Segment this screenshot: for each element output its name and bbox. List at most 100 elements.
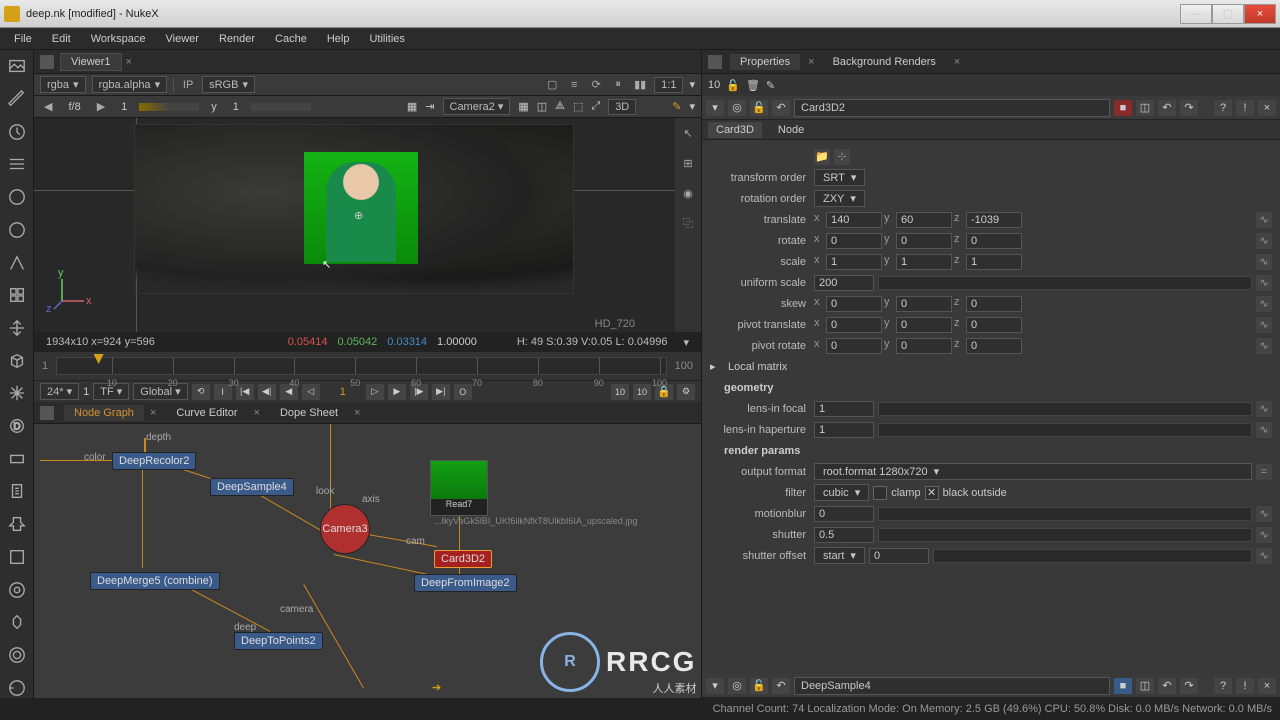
- close-button[interactable]: ×: [1244, 4, 1276, 24]
- viewer-tab[interactable]: Viewer1: [60, 53, 122, 71]
- wipe-icon[interactable]: ⇥: [425, 100, 434, 113]
- global-dropdown[interactable]: Global ▾: [133, 383, 187, 400]
- rotate-z[interactable]: [966, 233, 1022, 249]
- minimize-button[interactable]: —: [1180, 4, 1212, 24]
- tool-views-icon[interactable]: [6, 448, 28, 469]
- tool-image-icon[interactable]: [6, 56, 28, 77]
- max-panels[interactable]: 10: [708, 79, 720, 91]
- tab-dopesheet[interactable]: Dope Sheet: [270, 405, 348, 421]
- shutter-offset-field[interactable]: [869, 548, 929, 564]
- tab-properties[interactable]: Properties: [730, 54, 800, 70]
- edit-icon[interactable]: ✎: [766, 79, 775, 92]
- node-deepsample[interactable]: DeepSample4: [210, 478, 294, 496]
- node-color-swatch-2[interactable]: ■: [1114, 678, 1132, 694]
- select-tool-icon[interactable]: ↖: [679, 124, 697, 142]
- maximize-button[interactable]: ▢: [1212, 4, 1244, 24]
- tool-merge-icon[interactable]: [6, 285, 28, 306]
- tab-dopesheet-close[interactable]: ×: [354, 407, 360, 419]
- ip-toggle[interactable]: IP: [180, 77, 196, 93]
- menu-cache[interactable]: Cache: [265, 30, 317, 48]
- viewer-canvas[interactable]: ⊕ ↖ y x z HD_720: [34, 118, 675, 332]
- motionblur-slider[interactable]: [878, 507, 1252, 521]
- pivot-rotate-anim-icon[interactable]: ∿: [1256, 338, 1272, 354]
- hierarchy-icon[interactable]: ⿻: [679, 214, 697, 232]
- node-name-field-2[interactable]: DeepSample4: [794, 677, 1110, 695]
- menu-workspace[interactable]: Workspace: [81, 30, 156, 48]
- close-panel2-icon[interactable]: ×: [1258, 678, 1276, 694]
- jump-back10[interactable]: 10: [611, 384, 629, 400]
- rp-pane-lock-icon[interactable]: [708, 55, 722, 69]
- translate-y[interactable]: [896, 212, 952, 228]
- transform-gizmo-icon[interactable]: ⊕: [354, 209, 363, 222]
- menu-render[interactable]: Render: [209, 30, 265, 48]
- menu-file[interactable]: File: [4, 30, 42, 48]
- loop-icon[interactable]: O: [454, 384, 472, 400]
- shutter-offset-dropdown[interactable]: start▾: [814, 547, 865, 564]
- tool-color-icon[interactable]: [6, 187, 28, 208]
- ng-pane-lock-icon[interactable]: [40, 406, 54, 420]
- help2-icon[interactable]: ?: [1214, 678, 1232, 694]
- node-name-field[interactable]: Card3D2: [794, 99, 1110, 117]
- tool-draw-icon[interactable]: [6, 89, 28, 110]
- gamma-slider[interactable]: [251, 103, 311, 111]
- info2-icon[interactable]: !: [1236, 678, 1254, 694]
- tab-bgrenders[interactable]: Background Renders: [823, 54, 946, 70]
- node-camera3[interactable]: Camera3: [320, 504, 370, 554]
- tool-filter-icon[interactable]: [6, 220, 28, 241]
- motionblur-field[interactable]: [814, 506, 874, 522]
- output-format-dropdown[interactable]: root.format 1280x720▾: [814, 463, 1252, 480]
- file-browser-icon[interactable]: 📁: [814, 149, 830, 165]
- translate-x[interactable]: [826, 212, 882, 228]
- collapse-icon[interactable]: ▾: [706, 100, 724, 116]
- motionblur-anim-icon[interactable]: ∿: [1256, 506, 1272, 522]
- translate-anim-icon[interactable]: ∿: [1256, 212, 1272, 228]
- snap-icon[interactable]: ⊞: [679, 154, 697, 172]
- roi-icon[interactable]: ⟁: [555, 100, 565, 113]
- lens-hap-field[interactable]: [814, 422, 874, 438]
- redo-icon[interactable]: ↷: [1180, 100, 1198, 116]
- shutter-slider[interactable]: [878, 528, 1252, 542]
- lock-node2-icon[interactable]: 🔓: [750, 678, 768, 694]
- overlay-icon[interactable]: ▦: [407, 100, 417, 113]
- output-format-eq-icon[interactable]: =: [1256, 464, 1272, 480]
- snap-menu-icon[interactable]: ⊹: [834, 149, 850, 165]
- lens-focal-anim-icon[interactable]: ∿: [1256, 401, 1272, 417]
- zoom-chevron-icon[interactable]: ▾: [689, 78, 695, 91]
- tab-curveeditor-close[interactable]: ×: [254, 407, 260, 419]
- skew-z[interactable]: [966, 296, 1022, 312]
- uniform-scale-slider[interactable]: [878, 276, 1252, 290]
- gain-slider[interactable]: [139, 103, 199, 111]
- tab-bgrenders-close[interactable]: ×: [954, 56, 960, 68]
- viewmode-dropdown[interactable]: 3D: [608, 99, 636, 115]
- shutter-field[interactable]: [814, 527, 874, 543]
- step-forward-icon[interactable]: ▶: [388, 384, 406, 400]
- node-deepfromimage[interactable]: DeepFromImage2: [414, 574, 517, 592]
- timeline[interactable]: 1 10 20 30 40 50 60 70 80 90 100 100: [34, 352, 701, 380]
- refresh-icon[interactable]: ⟳: [588, 77, 604, 93]
- tool-deep-icon[interactable]: D: [6, 416, 28, 437]
- tool-metadata-icon[interactable]: [6, 481, 28, 502]
- settings-icon[interactable]: ⚙: [677, 384, 695, 400]
- help-icon[interactable]: ?: [1214, 100, 1232, 116]
- node-deeptopoints[interactable]: DeepToPoints2: [234, 632, 323, 650]
- pause-icon[interactable]: ⏸: [610, 77, 626, 93]
- skew-x[interactable]: [826, 296, 882, 312]
- pivot-translate-z[interactable]: [966, 317, 1022, 333]
- node-deeprecolor[interactable]: DeepRecolor2: [112, 452, 196, 470]
- black-outside-checkbox[interactable]: ✕: [925, 486, 939, 500]
- center-node2-icon[interactable]: ◎: [728, 678, 746, 694]
- tool-toolsets-icon[interactable]: [6, 514, 28, 535]
- tool-other-icon[interactable]: [6, 547, 28, 568]
- alpha-channel-dropdown[interactable]: rgba.alpha▾: [92, 76, 168, 93]
- undo-icon[interactable]: ↶: [1158, 100, 1176, 116]
- nodegraph-canvas[interactable]: depth color DeepRecolor2 DeepSample4 loo…: [34, 424, 701, 698]
- pivot-rotate-y[interactable]: [896, 338, 952, 354]
- scale-z[interactable]: [966, 254, 1022, 270]
- menu-viewer[interactable]: Viewer: [156, 30, 209, 48]
- translate-z[interactable]: [966, 212, 1022, 228]
- zoom-dropdown[interactable]: 1:1: [654, 77, 683, 93]
- tab-curveeditor[interactable]: Curve Editor: [166, 405, 247, 421]
- view-chevron-icon[interactable]: ▾: [689, 100, 695, 113]
- skew-anim-icon[interactable]: ∿: [1256, 296, 1272, 312]
- lock-node-icon[interactable]: 🔓: [750, 100, 768, 116]
